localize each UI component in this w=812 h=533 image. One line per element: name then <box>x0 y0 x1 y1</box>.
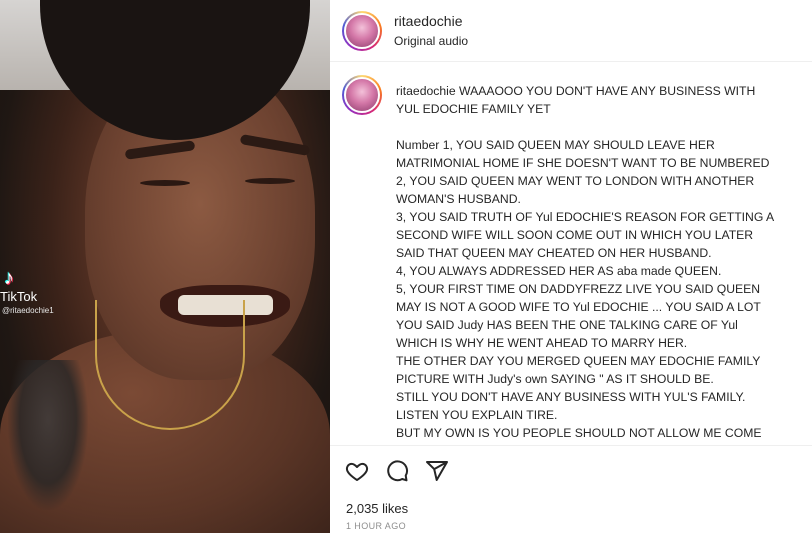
left-eye <box>140 180 190 186</box>
caption-username[interactable]: ritaedochie <box>396 84 456 98</box>
heart-icon[interactable] <box>344 458 370 484</box>
caption-line: Number 1, YOU SAID QUEEN MAY SHOULD LEAV… <box>396 138 715 152</box>
caption-line: 5, YOUR FIRST TIME ON DADDYFREZZ LIVE YO… <box>396 282 761 296</box>
post-actions: 2,035 likes 1 HOUR AGO <box>330 445 812 533</box>
caption-line: SECOND WIFE WILL SOON COME OUT IN WHICH … <box>396 228 754 242</box>
caption-line: BUT MY OWN IS YOU PEOPLE SHOULD NOT ALLO… <box>396 426 762 440</box>
tiktok-username: @ritaedochie1 <box>2 306 54 315</box>
share-icon[interactable] <box>424 458 450 484</box>
tiktok-watermark: ♪ TikTok @ritaedochie1 <box>0 268 54 316</box>
caption-line: MATRIMONIAL HOME IF SHE DOESN'T WANT TO … <box>396 156 770 170</box>
caption-avatar[interactable] <box>342 75 382 115</box>
caption-line: PICTURE WITH Judy's own SAYING " AS IT S… <box>396 372 714 386</box>
caption-area: ritaedochie WAAAOOO YOU DON'T HAVE ANY B… <box>330 62 812 445</box>
post-side-panel: ritaedochie Original audio ritaedochie W… <box>330 0 812 533</box>
caption-line: YOU SAID Judy HAS BEEN THE ONE TALKING C… <box>396 318 738 332</box>
caption-line <box>396 118 812 136</box>
caption-line: 4, YOU ALWAYS ADDRESSED HER AS aba made … <box>396 264 722 278</box>
post-header-meta: ritaedochie Original audio <box>394 13 468 48</box>
comment-icon[interactable] <box>384 458 410 484</box>
avatar[interactable] <box>342 10 382 51</box>
post-time: 1 HOUR AGO <box>346 521 407 531</box>
shoulder-tattoo <box>8 360 88 510</box>
caption-avatar-image <box>344 77 380 113</box>
tiktok-brand: TikTok <box>0 289 38 304</box>
post-header: ritaedochie Original audio <box>330 0 812 62</box>
caption-line: 3, YOU SAID TRUTH OF Yul EDOCHIE'S REASO… <box>396 210 775 224</box>
caption-line-text: WAAAOOO YOU DON'T HAVE ANY BUSINESS WITH <box>459 84 756 98</box>
tiktok-icon: ♪ <box>4 267 14 289</box>
avatar-image <box>344 12 380 49</box>
caption-text: ritaedochie WAAAOOO YOU DON'T HAVE ANY B… <box>396 82 812 442</box>
caption-line: 2, YOU SAID QUEEN MAY WENT TO LONDON WIT… <box>396 174 755 188</box>
caption-line: YUL EDOCHIE FAMILY YET <box>396 102 551 116</box>
caption-line: LISTEN YOU EXPLAIN TIRE. <box>396 408 558 422</box>
caption-line: WOMAN'S HUSBAND. <box>396 192 521 206</box>
action-buttons <box>344 458 450 484</box>
caption-line: WHICH IS WHY HE WENT AHEAD TO MARRY HER. <box>396 336 688 350</box>
audio-link[interactable]: Original audio <box>394 34 468 48</box>
post-username[interactable]: ritaedochie <box>394 13 468 29</box>
post-video[interactable]: ♪ TikTok @ritaedochie1 <box>0 0 330 533</box>
caption-line: ritaedochie WAAAOOO YOU DON'T HAVE ANY B… <box>396 82 812 100</box>
caption-line: STILL YOU DON'T HAVE ANY BUSINESS WITH Y… <box>396 390 746 404</box>
right-eye <box>245 178 295 184</box>
caption-line: SAID THAT QUEEN MAY CHEATED ON HER HUSBA… <box>396 246 712 260</box>
caption-line: MAY IS NOT A GOOD WIFE TO Yul EDOCHIE ..… <box>396 300 761 314</box>
likes-count[interactable]: 2,035 likes <box>346 501 408 516</box>
caption-line: THE OTHER DAY YOU MERGED QUEEN MAY EDOCH… <box>396 354 761 368</box>
